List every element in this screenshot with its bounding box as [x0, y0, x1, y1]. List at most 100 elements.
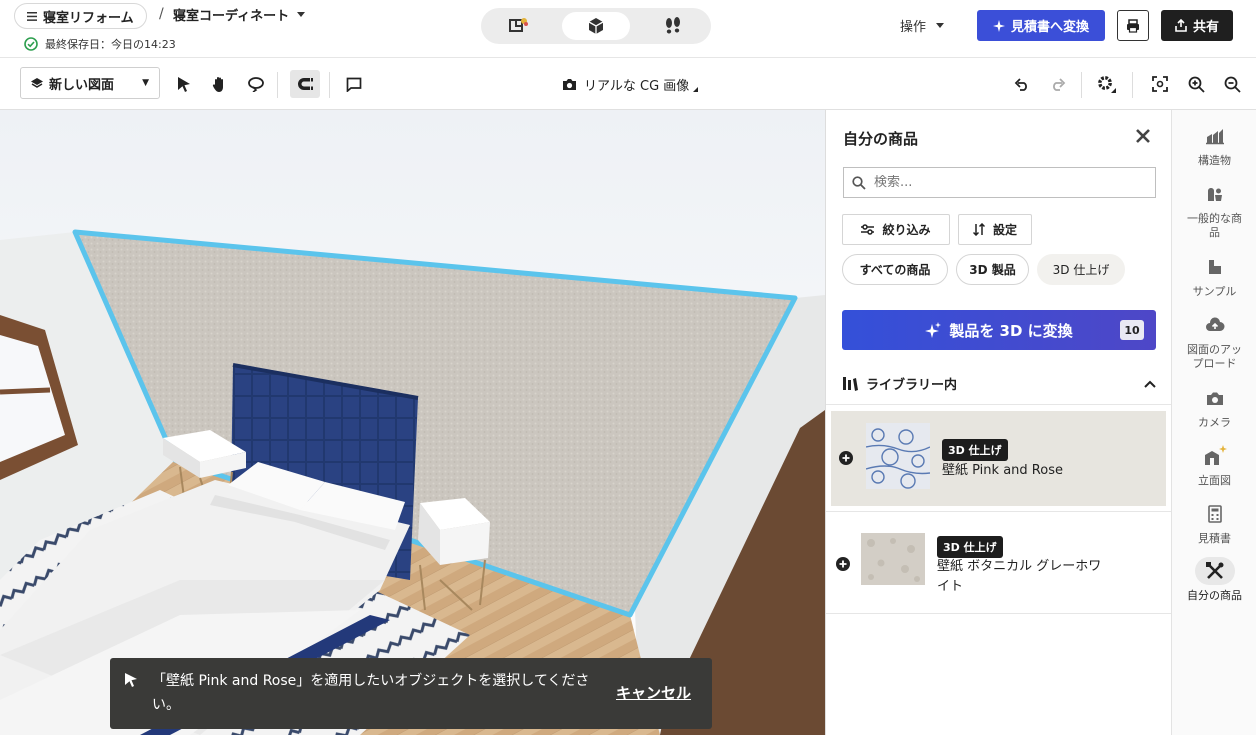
- rail-label: 図面のアップロード: [1187, 343, 1242, 370]
- share-button[interactable]: 共有: [1161, 10, 1233, 41]
- convert-to-estimate-button[interactable]: 見積書へ変換: [977, 10, 1105, 41]
- chip-all-products[interactable]: すべての商品: [842, 254, 948, 285]
- settings-button[interactable]: 設定: [958, 214, 1032, 245]
- add-circle-icon[interactable]: [836, 557, 850, 571]
- item-name: 壁紙 ボタニカル グレーホワイト: [937, 559, 1102, 594]
- rail-label: 構造物: [1198, 154, 1231, 167]
- library-icon: [843, 377, 858, 391]
- divider: [826, 511, 1172, 512]
- close-panel-button[interactable]: [1134, 127, 1152, 149]
- search-input[interactable]: [874, 175, 1144, 190]
- share-icon: [1175, 19, 1187, 32]
- view-3d-button[interactable]: [562, 12, 630, 40]
- item-name: 壁紙 Pink and Rose: [942, 463, 1063, 478]
- chip-3d-products[interactable]: 3D 製品: [956, 254, 1029, 285]
- library-item[interactable]: 3D 仕上げ 壁紙 Pink and Rose: [831, 411, 1166, 506]
- realistic-render-label: リアルな CG 画像: [584, 79, 690, 94]
- item-badge: 3D 仕上げ: [942, 439, 1008, 461]
- item-badge: 3D 仕上げ: [937, 536, 1003, 558]
- search-icon: [852, 175, 866, 190]
- calculator-icon: [1207, 505, 1222, 523]
- orbit-tool-button[interactable]: [241, 70, 271, 98]
- view-2d-button[interactable]: [485, 12, 553, 40]
- convert-to-3d-button[interactable]: 製品を 3D に変換 10: [842, 310, 1156, 350]
- hand-icon: [212, 76, 223, 92]
- rail-camera[interactable]: カメラ: [1172, 384, 1256, 430]
- filter-button[interactable]: 絞り込み: [842, 214, 950, 245]
- pan-tool-button[interactable]: [205, 70, 235, 98]
- toast-cancel-link[interactable]: キャンセル: [616, 682, 691, 703]
- project-breadcrumb[interactable]: 寝室リフォーム: [14, 3, 147, 29]
- pointer-icon: [125, 673, 137, 687]
- structure-icon: [1205, 129, 1224, 145]
- snap-tool-button[interactable]: [290, 70, 320, 98]
- select-tool-button[interactable]: [169, 70, 199, 98]
- zoom-out-button[interactable]: [1217, 70, 1247, 98]
- camera-icon: [563, 79, 576, 90]
- rail-general-products[interactable]: 一般的な商品: [1172, 180, 1256, 240]
- library-item[interactable]: 3D 仕上げ 壁紙 ボタニカル グレーホワイト: [831, 517, 1166, 612]
- magnet-icon: [298, 78, 313, 90]
- operations-label: 操作: [900, 20, 927, 35]
- sliders-icon: [861, 224, 875, 235]
- sort-arrows-icon: [972, 223, 985, 236]
- operations-menu[interactable]: 操作: [900, 16, 945, 35]
- rail-estimate[interactable]: 見積書: [1172, 500, 1256, 546]
- zoom-out-icon: [1224, 76, 1241, 93]
- last-saved-text: 最終保存日：今日の14:23: [45, 38, 176, 51]
- convert-count-badge: 10: [1120, 320, 1144, 340]
- sparkle-icon: [925, 322, 942, 338]
- share-label: 共有: [1192, 20, 1219, 35]
- my-products-icon: [1205, 562, 1223, 579]
- project-name: 寝室リフォーム: [43, 10, 134, 26]
- rail-my-products[interactable]: 自分の商品: [1172, 557, 1256, 603]
- view-settings-button[interactable]: [1092, 70, 1122, 98]
- plan-select[interactable]: 新しい図面 ▼: [20, 67, 160, 99]
- chip-3d-finishes[interactable]: 3D 仕上げ: [1037, 254, 1125, 285]
- elevation-icon: [1204, 445, 1227, 465]
- general-products-icon: [1207, 188, 1222, 201]
- rail-elevation[interactable]: 立面図: [1172, 442, 1256, 488]
- floorplan-icon: [509, 18, 528, 32]
- rail-structure[interactable]: 構造物: [1172, 122, 1256, 168]
- comment-tool-button[interactable]: [339, 70, 369, 98]
- pointer-icon: [178, 76, 190, 92]
- breadcrumb-separator: /: [159, 6, 164, 22]
- estimate-label: 見積書へ変換: [1010, 20, 1089, 35]
- chevron-up-icon: [1144, 380, 1156, 388]
- rail-sample[interactable]: サンプル: [1172, 253, 1256, 299]
- print-button[interactable]: [1117, 10, 1149, 41]
- redo-icon: [1053, 78, 1066, 91]
- toast-message: 「壁紙 Pink and Rose」を適用したいオブジェクトを選択してください。: [152, 673, 590, 713]
- plan-select-label: 新しい図面: [49, 77, 115, 93]
- camera-icon: [1206, 392, 1223, 405]
- panel-title: 自分の商品: [843, 130, 919, 148]
- redo-button[interactable]: [1043, 70, 1073, 98]
- undo-icon: [1014, 78, 1027, 91]
- view-mode-switch: [481, 8, 711, 44]
- product-search[interactable]: [843, 167, 1156, 198]
- 3d-viewport[interactable]: 「壁紙 Pink and Rose」を適用したいオブジェクトを選択してください。…: [0, 110, 825, 735]
- walkthrough-button[interactable]: [639, 12, 707, 40]
- instruction-toast: 「壁紙 Pink and Rose」を適用したいオブジェクトを選択してください。…: [110, 658, 712, 729]
- orbit-icon: [248, 77, 264, 92]
- close-icon: [1136, 129, 1150, 143]
- fit-view-button[interactable]: [1145, 70, 1175, 98]
- rail-label: 立面図: [1198, 474, 1231, 487]
- library-section-header[interactable]: ライブラリー内: [842, 374, 1156, 393]
- toolbar-divider: [329, 72, 330, 98]
- divider: [826, 613, 1172, 614]
- editor-toolbar: 新しい図面 ▼ リアルな CG 画像: [0, 58, 1256, 110]
- toolbar-divider: [1081, 72, 1082, 98]
- rail-upload-plan[interactable]: 図面のアップロード: [1172, 311, 1256, 371]
- room-scene: [0, 110, 825, 735]
- my-products-panel: 自分の商品 絞り込み 設定 すべての商品 3D 製品 3D 仕上げ 製品を 3D…: [825, 110, 1172, 735]
- corner-arrow-icon: [693, 87, 699, 92]
- add-circle-icon[interactable]: [839, 451, 853, 465]
- undo-button[interactable]: [1007, 70, 1037, 98]
- room-breadcrumb[interactable]: 寝室コーディネート: [173, 5, 306, 24]
- gear-icon: [1098, 76, 1116, 93]
- menu-icon: [27, 11, 37, 21]
- realistic-render-button[interactable]: リアルな CG 画像: [562, 75, 699, 94]
- zoom-in-button[interactable]: [1181, 70, 1211, 98]
